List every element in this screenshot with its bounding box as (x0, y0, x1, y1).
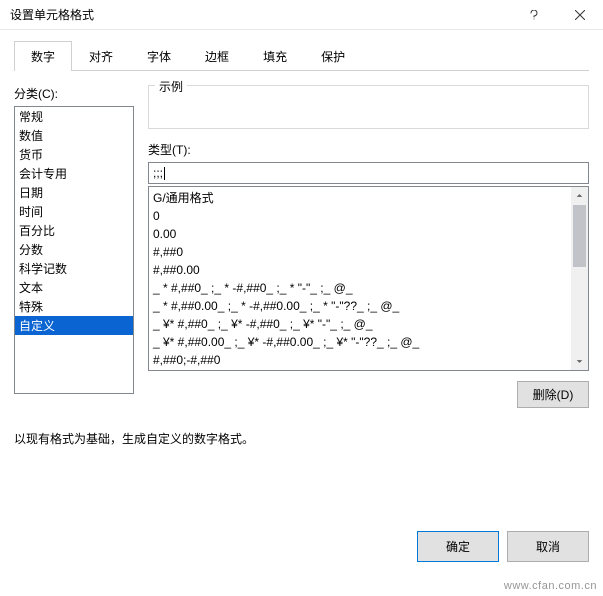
dialog-buttons: 确定 取消 (417, 531, 589, 562)
type-input-value: ;;; (153, 166, 163, 180)
category-item-custom[interactable]: 自定义 (15, 316, 133, 335)
delete-button[interactable]: 删除(D) (517, 381, 589, 408)
format-item[interactable]: 0.00 (153, 225, 567, 243)
dialog-content: 数字 对齐 字体 边框 填充 保护 分类(C): 常规 数值 货币 会计专用 日… (0, 30, 603, 447)
titlebar: 设置单元格格式 (0, 0, 603, 30)
type-input[interactable]: ;;; (148, 162, 589, 184)
category-listbox[interactable]: 常规 数值 货币 会计专用 日期 时间 百分比 分数 科学记数 文本 特殊 自定… (14, 106, 134, 394)
tab-border[interactable]: 边框 (188, 41, 246, 71)
tab-font[interactable]: 字体 (130, 41, 188, 71)
tab-panel-number: 分类(C): 常规 数值 货币 会计专用 日期 时间 百分比 分数 科学记数 文… (14, 71, 589, 408)
category-item-time[interactable]: 时间 (15, 202, 133, 221)
scroll-up-button[interactable] (571, 187, 588, 204)
format-item[interactable]: #,##0.00 (153, 261, 567, 279)
format-item[interactable]: _ * #,##0.00_ ;_ * -#,##0.00_ ;_ * "-"??… (153, 297, 567, 315)
category-item-general[interactable]: 常规 (15, 107, 133, 126)
caret-icon (164, 167, 165, 180)
category-item-currency[interactable]: 货币 (15, 145, 133, 164)
format-item[interactable]: _ ¥* #,##0_ ;_ ¥* -#,##0_ ;_ ¥* "-"_ ;_ … (153, 315, 567, 333)
help-button[interactable] (511, 0, 557, 30)
tab-number[interactable]: 数字 (14, 41, 72, 71)
category-item-number[interactable]: 数值 (15, 126, 133, 145)
scroll-down-button[interactable] (571, 353, 588, 370)
sample-label: 示例 (155, 78, 187, 95)
category-item-date[interactable]: 日期 (15, 183, 133, 202)
format-item[interactable]: #,##0;-#,##0 (153, 351, 567, 369)
format-item[interactable]: G/通用格式 (153, 189, 567, 207)
tab-alignment[interactable]: 对齐 (72, 41, 130, 71)
tab-strip: 数字 对齐 字体 边框 填充 保护 (14, 40, 589, 71)
sample-groupbox: 示例 (148, 85, 589, 129)
category-item-text[interactable]: 文本 (15, 278, 133, 297)
scrollbar[interactable] (571, 187, 588, 370)
format-item[interactable]: #,##0 (153, 243, 567, 261)
format-item[interactable]: #,##0;[红色]-#,##0 (153, 369, 567, 370)
watermark-text: www.cfan.com.cn (504, 580, 597, 592)
cancel-button[interactable]: 取消 (507, 531, 589, 562)
tab-fill[interactable]: 填充 (246, 41, 304, 71)
category-item-fraction[interactable]: 分数 (15, 240, 133, 259)
category-item-special[interactable]: 特殊 (15, 297, 133, 316)
ok-button[interactable]: 确定 (417, 531, 499, 562)
category-item-accounting[interactable]: 会计专用 (15, 164, 133, 183)
category-label: 分类(C): (14, 85, 134, 102)
type-label: 类型(T): (148, 141, 589, 158)
tab-protection[interactable]: 保护 (304, 41, 362, 71)
category-item-percentage[interactable]: 百分比 (15, 221, 133, 240)
scroll-thumb[interactable] (573, 205, 586, 267)
description-text: 以现有格式为基础，生成自定义的数字格式。 (14, 430, 589, 447)
format-item[interactable]: 0 (153, 207, 567, 225)
format-item[interactable]: _ ¥* #,##0.00_ ;_ ¥* -#,##0.00_ ;_ ¥* "-… (153, 333, 567, 351)
format-item[interactable]: _ * #,##0_ ;_ * -#,##0_ ;_ * "-"_ ;_ @_ (153, 279, 567, 297)
window-title: 设置单元格格式 (10, 6, 511, 23)
close-button[interactable] (557, 0, 603, 30)
format-listbox[interactable]: G/通用格式 0 0.00 #,##0 #,##0.00 _ * #,##0_ … (148, 186, 589, 371)
category-item-scientific[interactable]: 科学记数 (15, 259, 133, 278)
